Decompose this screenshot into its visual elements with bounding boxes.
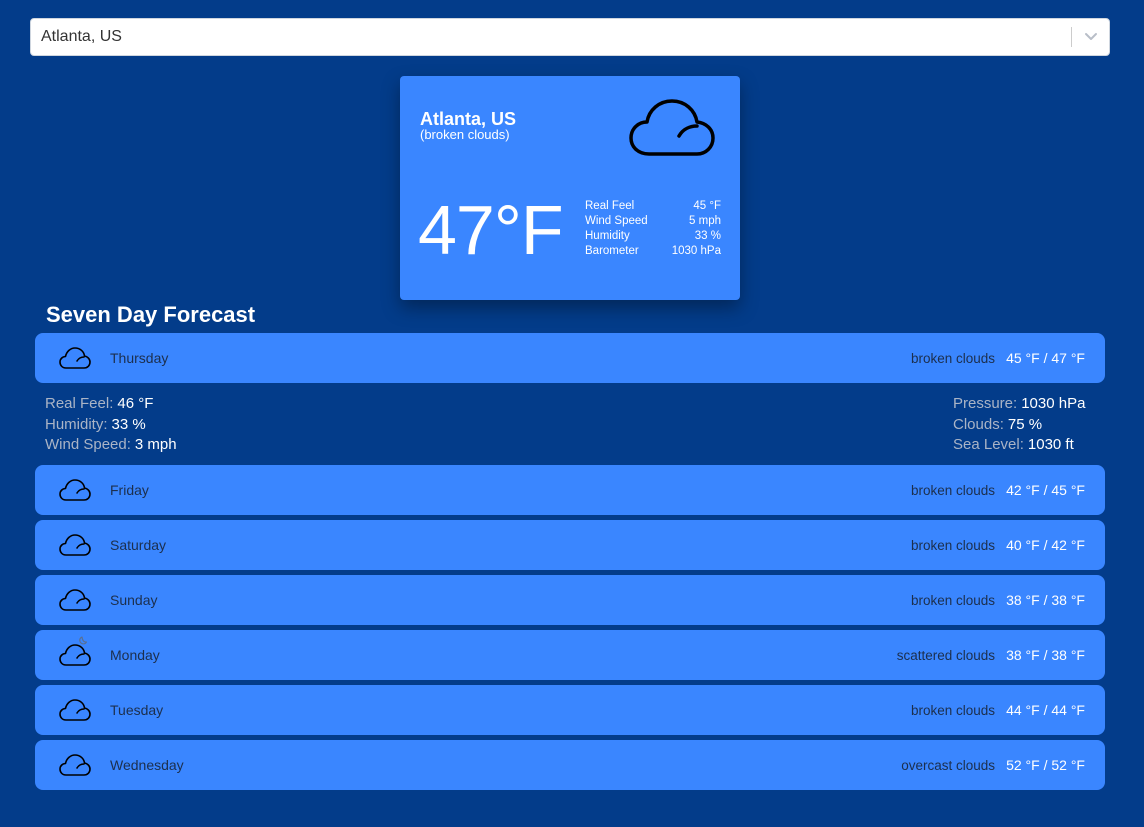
day-name: Sunday xyxy=(110,592,158,608)
chevron-down-icon[interactable] xyxy=(1072,19,1109,55)
detail-label: Humidity xyxy=(585,230,630,242)
cloud-icon xyxy=(58,533,92,562)
cloud-icon xyxy=(58,753,92,782)
day-condition: broken clouds xyxy=(910,350,995,366)
detail-row-wind-speed: Wind Speed 5 mph xyxy=(585,214,721,229)
day-name: Thursday xyxy=(110,350,169,366)
current-description: (broken clouds) xyxy=(420,127,510,142)
detail-label: Sea Level: xyxy=(953,436,1024,453)
detail-humidity: Humidity: 33 % xyxy=(45,415,177,436)
detail-row-real-feel: Real Feel 45 °F xyxy=(585,199,721,214)
detail-label: Humidity: xyxy=(45,415,108,433)
detail-label: Real Feel: xyxy=(45,395,114,412)
detail-clouds: Clouds: 75 % xyxy=(953,415,1085,436)
day-condition: broken clouds xyxy=(910,702,995,718)
day-temp-range: 40 °F / 42 °F xyxy=(1006,537,1085,553)
cloud-icon xyxy=(58,346,92,375)
day-temp-range: 52 °F / 52 °F xyxy=(1006,757,1085,773)
cloud-icon xyxy=(627,96,717,163)
forecast-row-monday[interactable]: Monday scattered clouds 38 °F / 38 °F xyxy=(35,630,1105,680)
day-name: Wednesday xyxy=(110,757,184,773)
cloud-moon-icon xyxy=(58,636,92,672)
expanded-day-details: Real Feel: 46 °F Humidity: 33 % Wind Speed… xyxy=(45,394,1095,456)
day-temp-range: 38 °F / 38 °F xyxy=(1006,647,1085,663)
detail-value: 1030 ft xyxy=(1027,436,1074,453)
detail-row-barometer: Barometer 1030 hPa xyxy=(585,244,721,259)
cloud-icon xyxy=(58,588,92,617)
day-condition: broken clouds xyxy=(910,592,995,608)
forecast-row-tuesday[interactable]: Tuesday broken clouds 44 °F / 44 °F xyxy=(35,685,1105,735)
day-condition: broken clouds xyxy=(910,537,995,553)
current-details: Real Feel 45 °F Wind Speed 5 mph Humidit… xyxy=(585,199,721,259)
city-select-value[interactable]: Atlanta, US xyxy=(31,28,1071,46)
current-temperature: 47°F xyxy=(418,191,564,269)
day-name: Friday xyxy=(110,482,149,498)
current-weather-card: Atlanta, US (broken clouds) 47°F Real Fe… xyxy=(400,76,740,300)
detail-value: 75 % xyxy=(1007,415,1043,433)
detail-value: 33 % xyxy=(694,230,721,242)
forecast-row-wednesday[interactable]: Wednesday overcast clouds 52 °F / 52 °F xyxy=(35,740,1105,790)
day-name: Monday xyxy=(110,647,160,663)
detail-value: 1030 hPa xyxy=(671,245,721,257)
detail-value: 3 mph xyxy=(134,436,177,453)
day-temp-range: 42 °F / 45 °F xyxy=(1006,482,1085,498)
day-temp-range: 38 °F / 38 °F xyxy=(1006,592,1085,608)
day-name: Saturday xyxy=(110,537,167,553)
detail-wind-speed: Wind Speed: 3 mph xyxy=(45,435,177,456)
detail-label: Wind Speed xyxy=(585,215,648,227)
detail-label: Wind Speed: xyxy=(45,436,131,453)
forecast-row-thursday[interactable]: Thursday broken clouds 45 °F / 47 °F xyxy=(35,333,1105,383)
detail-sea-level: Sea Level: 1030 ft xyxy=(953,435,1085,456)
expanded-details-left: Real Feel: 46 °F Humidity: 33 % Wind Speed… xyxy=(45,394,177,456)
day-temp-range: 44 °F / 44 °F xyxy=(1006,702,1085,718)
day-temp-range: 45 °F / 47 °F xyxy=(1006,350,1085,366)
cloud-icon xyxy=(58,698,92,727)
forecast-row-friday[interactable]: Friday broken clouds 42 °F / 45 °F xyxy=(35,465,1105,515)
day-condition: overcast clouds xyxy=(901,757,995,773)
day-condition: scattered clouds xyxy=(896,647,995,663)
forecast-title: Seven Day Forecast xyxy=(46,302,256,327)
detail-value: 5 mph xyxy=(689,215,721,227)
detail-pressure: Pressure: 1030 hPa xyxy=(953,394,1085,415)
cloud-icon xyxy=(58,478,92,507)
detail-label: Pressure: xyxy=(953,395,1018,412)
detail-value: 33 % xyxy=(111,415,146,433)
forecast-row-sunday[interactable]: Sunday broken clouds 38 °F / 38 °F xyxy=(35,575,1105,625)
weather-app: Atlanta, US Atlanta, US (broken clouds) … xyxy=(0,0,1144,827)
detail-value: 1030 hPa xyxy=(1021,395,1086,412)
city-select[interactable]: Atlanta, US xyxy=(30,18,1110,56)
detail-label: Barometer xyxy=(585,245,639,257)
detail-value: 46 °F xyxy=(117,395,154,412)
detail-value: 45 °F xyxy=(693,200,721,212)
forecast-row-saturday[interactable]: Saturday broken clouds 40 °F / 42 °F xyxy=(35,520,1105,570)
detail-row-humidity: Humidity 33 % xyxy=(585,229,721,244)
day-condition: broken clouds xyxy=(910,482,995,498)
detail-label: Clouds: xyxy=(953,415,1004,433)
day-name: Tuesday xyxy=(110,702,164,718)
expanded-details-right: Pressure: 1030 hPa Clouds: 75 % Sea Level:… xyxy=(953,394,1085,456)
detail-real-feel: Real Feel: 46 °F xyxy=(45,394,177,415)
detail-label: Real Feel xyxy=(585,200,635,212)
